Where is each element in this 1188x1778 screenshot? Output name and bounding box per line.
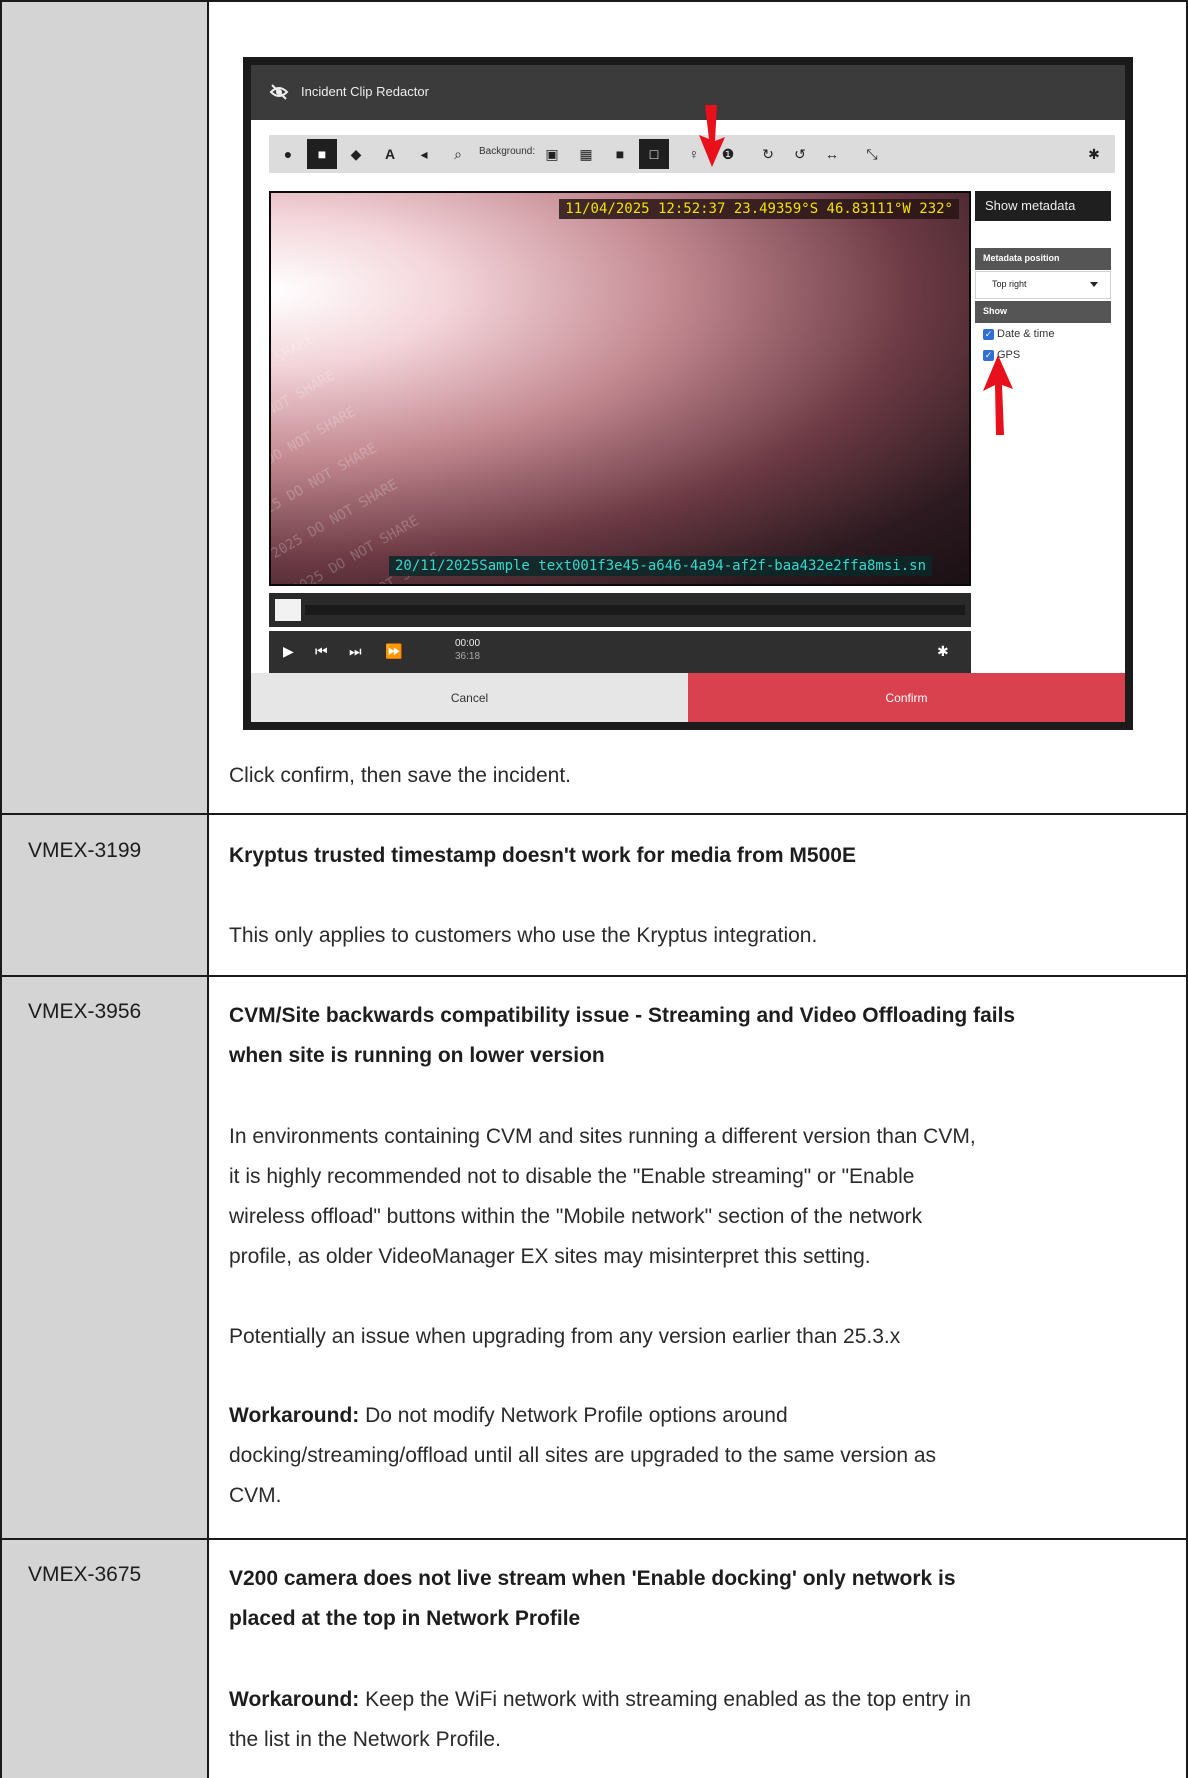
date-time-checkbox[interactable]: ✓ Date & time [983,328,1054,340]
player-settings-icon[interactable]: ✱ [937,643,949,660]
issue-title: Kryptus trusted timestamp doesn't work f… [229,844,856,867]
confirm-button[interactable]: Confirm [688,673,1125,722]
issue-title: CVM/Site backwards compatibility issue -… [229,1004,1016,1067]
redaction-toolbar: ● ■ ◆ A ◂ ⌕ Background: ▣ ▦ ■ □ ♀ ❶ ↻ ↺ … [269,135,1115,173]
show-metadata-header[interactable]: Show metadata [975,191,1111,221]
issue-note: Potentially an issue when upgrading from… [229,1325,901,1348]
playback-controls: ▶ ⏮ ⏭ ⏩ 00:00 36:18 ✱ [269,631,971,673]
metadata-position-select[interactable]: Top right [975,271,1111,299]
rotate-counterclockwise-icon[interactable]: ↺ [785,139,815,169]
search-icon[interactable]: ⌕ [443,139,473,169]
step-back-icon[interactable]: ⏮ [315,643,328,660]
sample-text-overlay: 20/11/2025Sample text001f3e45-a646-4a94-… [389,556,933,576]
outline-background-icon[interactable]: □ [639,139,669,169]
dialog-title: Incident Clip Redactor [301,84,429,99]
pixelate-background-icon[interactable]: ▦ [571,139,601,169]
instruction-text: Click confirm, then save the incident. [229,764,571,787]
row-divider [0,1538,1188,1540]
left-border [0,0,2,1778]
rotate-clockwise-icon[interactable]: ↻ [753,139,783,169]
redactor-dialog: Incident Clip Redactor ● ■ ◆ A ◂ ⌕ Backg… [251,65,1125,722]
redactor-screenshot: Incident Clip Redactor ● ■ ◆ A ◂ ⌕ Backg… [243,57,1133,730]
remove-redaction-icon[interactable]: ⤡ [857,139,887,169]
id-column [0,0,209,1778]
annotation-arrow-up-icon [983,355,1013,435]
fast-forward-icon[interactable]: ⏩ [385,643,402,660]
play-icon[interactable]: ▶ [283,643,294,660]
playback-time: 00:00 36:18 [455,637,480,663]
step-forward-icon[interactable]: ⏭ [349,643,362,660]
dialog-title-bar: Incident Clip Redactor [251,65,1125,120]
flip-horizontal-icon[interactable]: ↔ [817,139,847,169]
issue-id: VMEX-3199 [28,839,142,862]
timeline-scrubber[interactable] [269,593,971,627]
annotation-arrow-down-icon [699,105,725,167]
issue-workaround: Workaround: Do not modify Network Profil… [229,1404,937,1507]
current-time: 00:00 [455,638,481,649]
video-preview[interactable]: Viewer msi.sn 20/11/2025 DO NOT SHARE Vi… [269,191,971,586]
cancel-button[interactable]: Cancel [251,673,688,722]
issue-body: In environments containing CVM and sites… [229,1125,976,1268]
issue-id: VMEX-3956 [28,1000,142,1023]
circle-tool-icon[interactable]: ● [273,139,303,169]
audio-tool-icon[interactable]: ◂ [409,139,439,169]
caret-down-icon [1090,282,1098,287]
top-border [0,0,1188,2]
image-background-icon[interactable]: ▣ [537,139,567,169]
row-divider [0,975,1188,977]
solid-background-icon[interactable]: ■ [605,139,635,169]
diamond-tool-icon[interactable]: ◆ [341,139,371,169]
metadata-overlay: 11/04/2025 12:52:37 23.49359°S 46.83111°… [559,199,959,219]
show-label: Show [975,301,1111,323]
watermark: Viewer msi.sn 20/11/2025 DO NOT SHARE Vi… [269,258,443,586]
background-label: Background: [479,146,536,157]
settings-gear-icon[interactable]: ✱ [1079,139,1109,169]
release-notes-table: Incident Clip Redactor ● ■ ◆ A ◂ ⌕ Backg… [0,0,1188,1778]
issue-id: VMEX-3675 [28,1563,142,1586]
metadata-position-label: Metadata position [975,248,1111,270]
duration: 36:18 [455,651,481,662]
timeline-track[interactable] [305,605,965,615]
issue-title: V200 camera does not live stream when 'E… [229,1567,956,1630]
row-divider [0,813,1188,815]
checkmark-icon: ✓ [983,328,994,340]
issue-body: This only applies to customers who use t… [229,924,818,947]
eye-slash-icon [269,84,289,100]
rectangle-tool-icon[interactable]: ■ [307,139,337,169]
issue-workaround: Workaround: Keep the WiFi network with s… [229,1688,971,1751]
text-tool-icon[interactable]: A [375,139,405,169]
scrubber-handle[interactable] [275,599,301,621]
